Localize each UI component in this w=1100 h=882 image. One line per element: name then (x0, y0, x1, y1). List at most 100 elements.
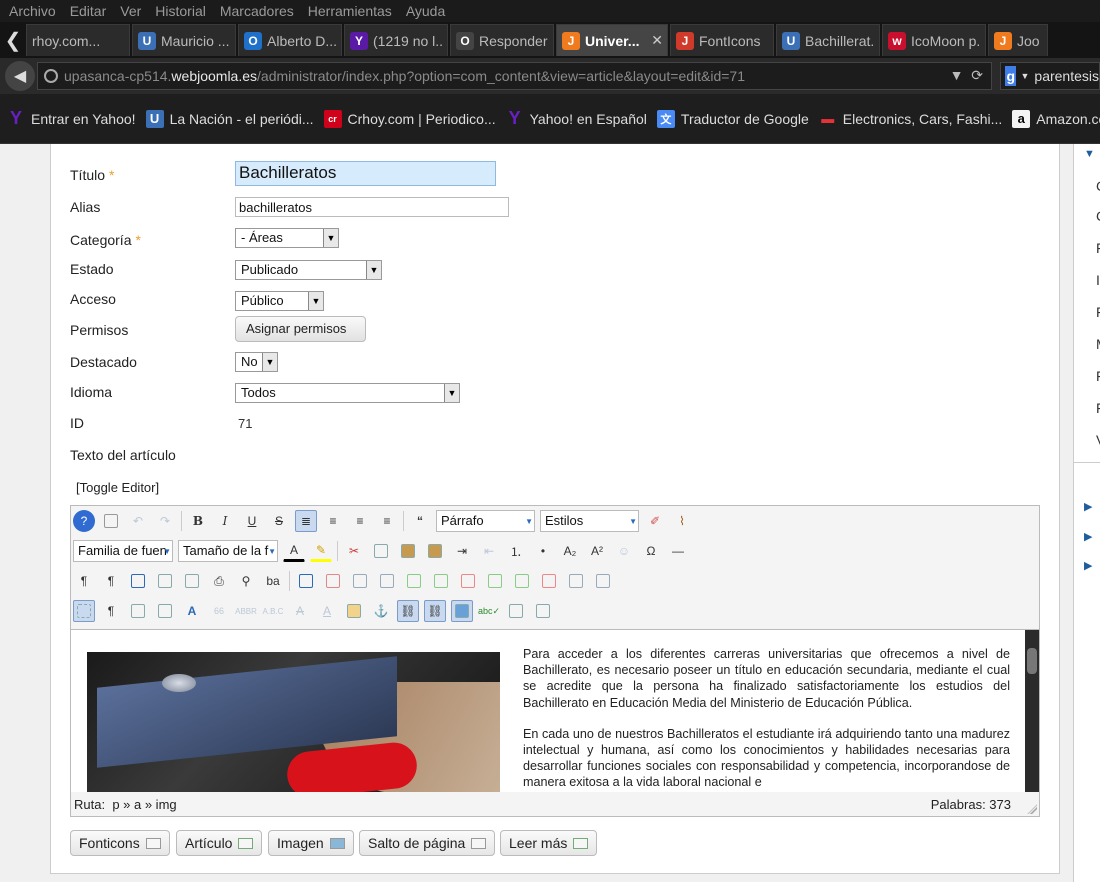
merge-cells-icon[interactable] (592, 570, 614, 592)
deletion-icon[interactable]: A (289, 600, 311, 622)
split-cells-icon[interactable] (565, 570, 587, 592)
acceso-select[interactable]: Público ▼ (235, 291, 324, 311)
editor-scrollbar[interactable] (1025, 630, 1039, 792)
salto-pagina-button[interactable]: Salto de página (359, 830, 496, 856)
tab-yahoo-mail[interactable]: Y (1219 no l... (344, 24, 448, 56)
emoticon-icon[interactable]: ☺ (613, 540, 635, 562)
visual-aid-icon[interactable] (73, 600, 95, 622)
image-icon[interactable] (451, 600, 473, 622)
ltr-direction-icon[interactable]: ¶ (73, 570, 95, 592)
delete-row-icon[interactable] (457, 570, 479, 592)
insert-row-after-icon[interactable] (430, 570, 452, 592)
abbreviation-icon[interactable]: ABBR (235, 600, 257, 622)
link-icon[interactable]: ⛓ (424, 600, 446, 622)
text-color-icon[interactable]: A (283, 540, 305, 562)
bulleted-list-icon[interactable]: • (532, 540, 554, 562)
align-left-icon[interactable]: ≡ (349, 510, 371, 532)
url-bar[interactable]: upasanca-cp514. webjoomla.es/administrato… (37, 62, 992, 90)
numbered-list-icon[interactable]: ⒈ (505, 540, 527, 562)
format-select[interactable]: Párrafo ▼ (436, 510, 535, 532)
fullscreen-icon[interactable] (127, 570, 149, 592)
outdent-icon[interactable]: ⇤ (478, 540, 500, 562)
menu-ayuda[interactable]: Ayuda (397, 3, 450, 19)
titulo-input[interactable]: Bachilleratos (235, 161, 496, 186)
menu-editar[interactable]: Editar (61, 3, 112, 19)
articulo-button[interactable]: Artículo (176, 830, 263, 856)
eraser-icon[interactable]: ✐ (644, 510, 666, 532)
chevron-right-icon[interactable]: ▶ (1084, 559, 1092, 572)
tab-mauricio[interactable]: U Mauricio ... (132, 24, 236, 56)
page-break-icon[interactable] (505, 600, 527, 622)
bookmark-la-nacion[interactable]: U La Nación - el periódi... (145, 109, 314, 128)
close-tab-icon[interactable]: ✕ (651, 32, 663, 49)
underline-icon[interactable]: U (241, 510, 263, 532)
chevron-down-icon[interactable]: ▼ (1084, 148, 1095, 160)
indent-icon[interactable]: ⇥ (451, 540, 473, 562)
table-icon[interactable] (295, 570, 317, 592)
chevron-right-icon[interactable]: ▶ (1084, 530, 1092, 543)
search-input[interactable]: g ▼ parentesis (1000, 62, 1100, 90)
search-engine-dropdown-icon[interactable]: ▼ (1020, 71, 1029, 81)
bookmark-amazon[interactable]: a Amazon.co (1012, 109, 1100, 128)
insertion-icon[interactable]: A (316, 600, 338, 622)
horizontal-rule-icon[interactable]: — (667, 540, 689, 562)
tabs-scroll-left-icon[interactable]: ❮ (0, 24, 26, 56)
cell-props-icon[interactable] (376, 570, 398, 592)
paste-text-icon[interactable] (424, 540, 446, 562)
insert-row-before-icon[interactable] (403, 570, 425, 592)
style-props-icon[interactable]: A (181, 600, 203, 622)
leer-mas-button[interactable]: Leer más (500, 830, 598, 856)
replace-icon[interactable]: ba (262, 570, 284, 592)
side-item[interactable]: Ir (1096, 272, 1100, 288)
insert-col-after-icon[interactable] (511, 570, 533, 592)
citation-icon[interactable]: 66 (208, 600, 230, 622)
bookmark-ebay[interactable]: ▬ Electronics, Cars, Fashi... (819, 110, 1002, 128)
template-icon[interactable] (154, 600, 176, 622)
editor-content-area[interactable]: Para acceder a los diferentes carreras u… (71, 629, 1039, 792)
side-item[interactable]: C (1096, 178, 1100, 194)
resize-grip-icon[interactable] (1027, 804, 1037, 814)
alias-input[interactable]: bachilleratos (235, 197, 509, 217)
align-right-icon[interactable]: ≡ (376, 510, 398, 532)
bookmark-yahoo[interactable]: Y Entrar en Yahoo! (7, 108, 136, 128)
print-icon[interactable]: ⎙ (208, 570, 230, 592)
insert-col-before-icon[interactable] (484, 570, 506, 592)
estado-select[interactable]: Publicado ▼ (235, 260, 382, 280)
bold-icon[interactable]: B (187, 510, 209, 532)
menu-archivo[interactable]: Archivo (0, 3, 61, 19)
idioma-select[interactable]: Todos ▼ (235, 383, 460, 403)
menu-ver[interactable]: Ver (111, 3, 146, 19)
tab-icomoon[interactable]: w IcoMoon p... (882, 24, 986, 56)
destacado-select[interactable]: No ▼ (235, 352, 278, 372)
cut-icon[interactable]: ✂ (343, 540, 365, 562)
new-document-icon[interactable] (100, 510, 122, 532)
fonticons-button[interactable]: Fonticons (70, 830, 170, 856)
side-item[interactable]: V (1096, 432, 1100, 448)
imagen-button[interactable]: Imagen (268, 830, 354, 856)
special-character-icon[interactable]: Ω (640, 540, 662, 562)
url-dropdown-reload-icon[interactable]: ▼ ⟳ (950, 67, 983, 84)
blockquote-icon[interactable]: “ (409, 510, 431, 532)
side-item[interactable]: F (1096, 400, 1100, 416)
preview-icon[interactable] (154, 570, 176, 592)
spellcheck-icon[interactable]: abc✓ (478, 600, 500, 622)
source-code-icon[interactable] (181, 570, 203, 592)
superscript-icon[interactable]: A² (586, 540, 608, 562)
tab-responder[interactable]: O Responder... (450, 24, 554, 56)
menu-historial[interactable]: Historial (146, 3, 211, 19)
row-props-icon[interactable] (349, 570, 371, 592)
italic-icon[interactable]: I (214, 510, 236, 532)
tab-crhoy[interactable]: rhoy.com... (26, 24, 130, 56)
styles-select[interactable]: Estilos ▼ (540, 510, 639, 532)
help-icon[interactable]: ? (73, 510, 95, 532)
menu-marcadores[interactable]: Marcadores (211, 3, 299, 19)
attributes-icon[interactable] (343, 600, 365, 622)
back-arrow-icon[interactable]: ◀ (5, 61, 35, 91)
strikethrough-icon[interactable]: S (268, 510, 290, 532)
insert-layer-icon[interactable] (127, 600, 149, 622)
menu-herramientas[interactable]: Herramientas (299, 3, 397, 19)
tab-universidad[interactable]: J Univer... ✕ (556, 24, 668, 56)
bookmark-google-translate[interactable]: 文 Traductor de Google (656, 109, 809, 128)
unlink-icon[interactable]: ⛓ (397, 600, 419, 622)
side-item[interactable]: F (1096, 240, 1100, 256)
